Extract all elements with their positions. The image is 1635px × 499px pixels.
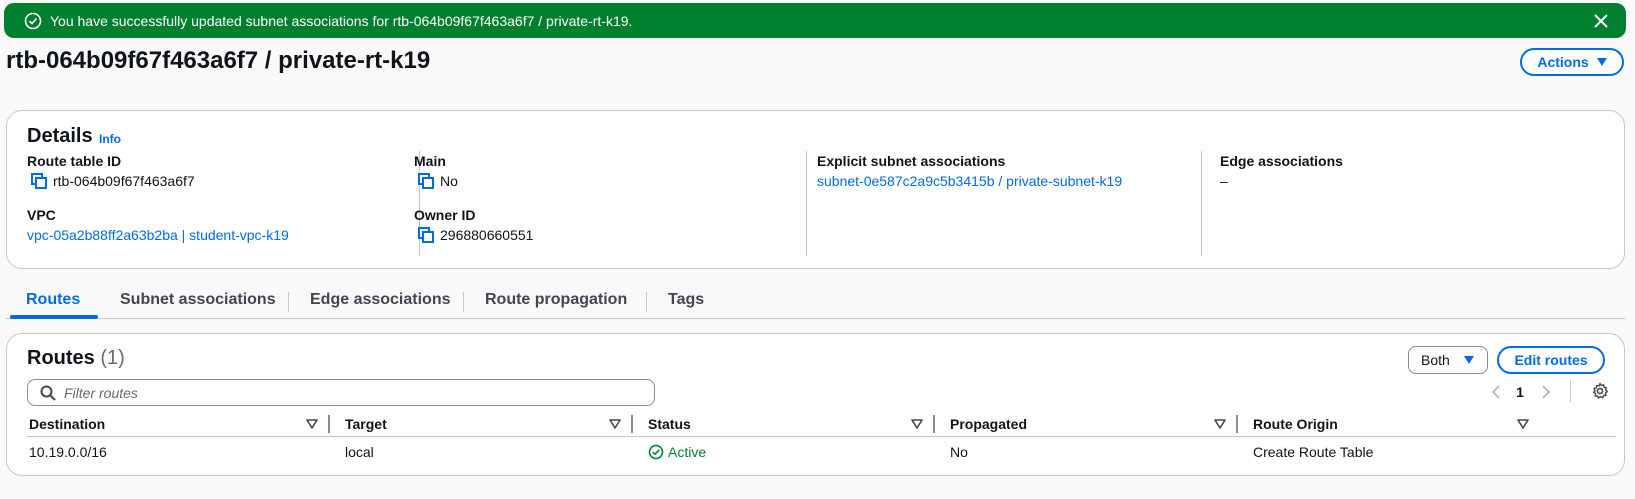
details-column-3: Explicit subnet associations subnet-0e58… [817,151,1202,256]
copy-icon[interactable] [31,173,47,189]
sort-down-icon[interactable] [609,418,621,430]
edge-associations-value: – [1220,173,1228,189]
route-table-id-value: rtb-064b09f67f463a6f7 [31,173,195,189]
column-divider[interactable] [1236,415,1238,433]
flash-message: You have successfully updated subnet ass… [50,12,633,29]
tab-subnet-associations[interactable]: Subnet associations [120,291,276,309]
route-filter-select-value: Both [1421,352,1450,368]
tab-route-propagation[interactable]: Route propagation [485,291,627,309]
explicit-subnet-label: Explicit subnet associations [817,153,1006,169]
actions-button[interactable]: Actions [1520,48,1624,76]
column-header-propagated[interactable]: Propagated [950,412,1027,436]
cell-propagated: No [950,444,968,460]
route-table-id-text: rtb-064b09f67f463a6f7 [53,173,195,189]
routes-panel: Routes (1) Both Edit routes 1 Destinatio… [6,333,1625,476]
status-check-icon [648,444,664,460]
cell-status: Active [648,444,706,460]
previous-page-icon[interactable] [1488,382,1504,402]
routes-count: (1) [100,347,125,369]
explicit-subnet-link[interactable]: subnet-0e587c2a9c5b3415b / private-subne… [817,173,1122,189]
details-column-1: Route table ID rtb-064b09f67f463a6f7 VPC… [27,151,420,256]
tab-divider [646,292,647,312]
success-flash-bar: You have successfully updated subnet ass… [4,3,1626,38]
search-icon [40,385,56,401]
routes-heading-text: Routes [27,347,95,369]
active-tab-indicator [10,315,98,319]
copy-icon[interactable] [418,173,434,189]
owner-id-value: 296880660551 [418,227,533,243]
main-value: No [418,173,458,189]
pager-divider [1570,380,1571,402]
sort-down-icon[interactable] [306,418,318,430]
cell-route-origin: Create Route Table [1253,444,1374,460]
column-divider[interactable] [631,415,633,433]
details-column-4: Edge associations – [1220,151,1600,256]
details-panel: Details Info Route table ID rtb-064b09f6… [6,110,1625,269]
cell-destination: 10.19.0.0/16 [29,444,107,460]
tab-bar: Routes Subnet associations Edge associat… [6,283,1625,319]
next-page-icon[interactable] [1538,382,1554,402]
tab-tags[interactable]: Tags [668,291,704,309]
routes-table-header: Destination Target Status Propagated Rou… [27,412,1616,437]
settings-gear-icon[interactable] [1591,382,1609,400]
page-number[interactable]: 1 [1512,382,1528,402]
vpc-label: VPC [27,207,56,223]
edit-routes-button[interactable]: Edit routes [1497,346,1605,374]
column-divider[interactable] [328,415,330,433]
details-column-2: Main No Owner ID 296880660551 [414,151,807,256]
column-header-destination[interactable]: Destination [29,412,105,436]
filter-routes-field[interactable] [27,379,655,406]
caret-down-icon [1463,356,1474,364]
caret-down-icon [1596,58,1607,66]
filter-routes-input[interactable] [64,384,624,401]
owner-id-text: 296880660551 [440,227,534,243]
column-header-route-origin[interactable]: Route Origin [1253,412,1338,436]
sort-down-icon[interactable] [1517,418,1529,430]
edge-associations-label: Edge associations [1220,153,1343,169]
details-heading: Details [27,125,93,147]
column-header-status[interactable]: Status [648,412,691,436]
info-link[interactable]: Info [99,132,121,146]
tab-edge-associations[interactable]: Edge associations [310,291,451,309]
route-table-id-label: Route table ID [27,153,122,169]
owner-id-label: Owner ID [414,207,476,223]
routes-heading: Routes (1) [27,347,125,370]
main-text: No [440,173,458,189]
tab-routes[interactable]: Routes [26,291,80,309]
close-icon[interactable] [1590,10,1612,32]
copy-icon[interactable] [418,227,434,243]
page-title: rtb-064b09f67f463a6f7 / private-rt-k19 [6,47,431,74]
cell-target: local [345,444,374,460]
main-label: Main [414,153,446,169]
success-check-icon [24,12,42,30]
actions-label: Actions [1537,54,1589,70]
tab-divider [288,292,289,312]
vpc-link[interactable]: vpc-05a2b88ff2a63b2ba | student-vpc-k19 [27,227,289,243]
tab-divider [463,292,464,312]
status-text: Active [668,444,707,460]
column-divider[interactable] [933,415,935,433]
sort-down-icon[interactable] [1214,418,1226,430]
column-header-target[interactable]: Target [345,412,387,436]
route-filter-select[interactable]: Both [1408,346,1488,374]
sort-down-icon[interactable] [911,418,923,430]
